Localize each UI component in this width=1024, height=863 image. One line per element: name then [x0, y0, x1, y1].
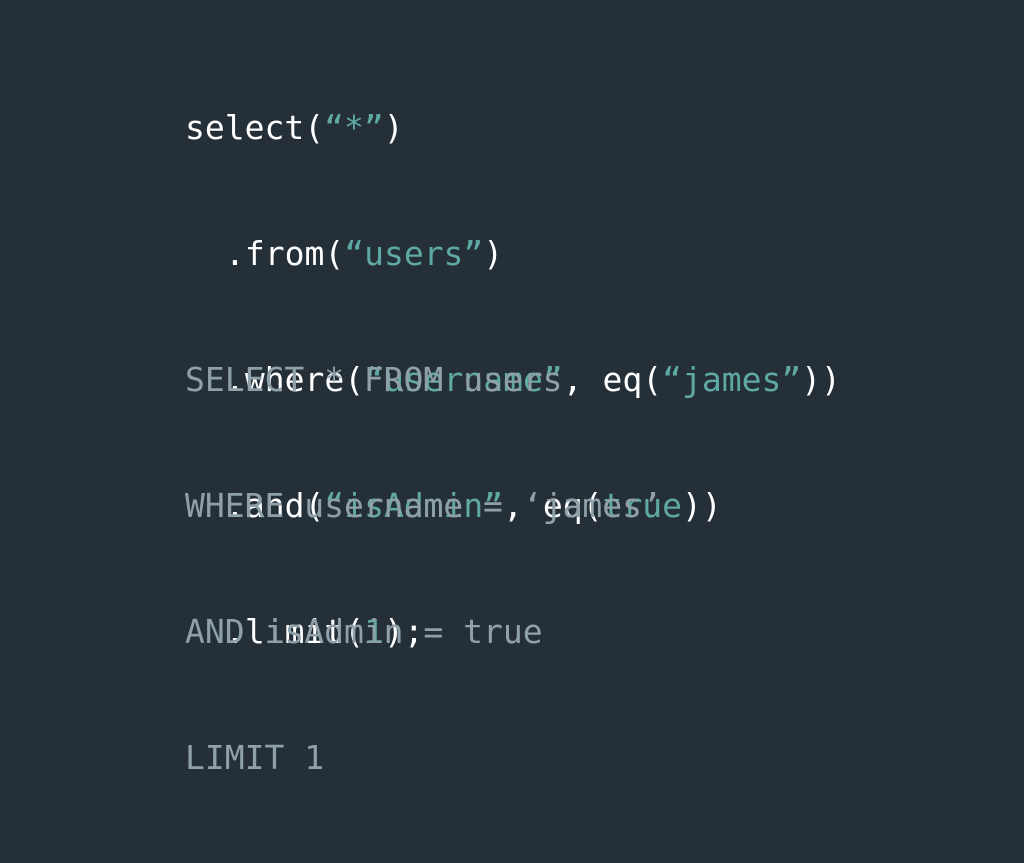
code-token: .from(	[225, 234, 345, 273]
sql-line-where: WHERE username = ‘james’	[185, 486, 662, 525]
code-token: )	[483, 234, 504, 273]
builder-line-select: select(“*”)	[185, 107, 841, 149]
sql-output-code: SELECT * FROM users WHERE username = ‘ja…	[185, 275, 662, 863]
code-token: ))	[681, 486, 722, 525]
code-token: )	[383, 108, 404, 147]
code-token: “*”	[324, 108, 384, 147]
sql-line-select: SELECT * FROM users	[185, 360, 563, 399]
code-token: select(	[185, 108, 325, 147]
code-token: “users”	[344, 234, 484, 273]
sql-line-and: AND isAdmin = true	[185, 612, 543, 651]
code-token: “james”	[662, 360, 802, 399]
builder-line-from: .from(“users”)	[185, 233, 841, 275]
code-canvas: select(“*”) .from(“users”) .where(“usern…	[0, 0, 1024, 777]
sql-line-limit: LIMIT 1	[185, 738, 325, 777]
code-token: ))	[801, 360, 841, 399]
